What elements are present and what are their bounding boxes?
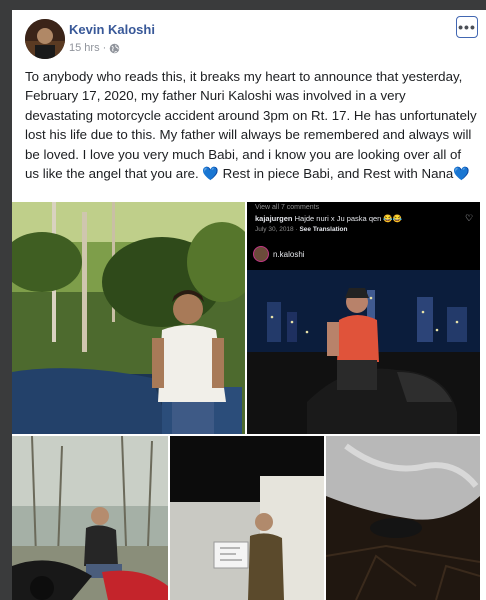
view-all-comments-link[interactable]: View all 7 comments [255, 204, 319, 211]
photo-man-by-car[interactable] [12, 202, 245, 434]
photo-covered-motorcycle[interactable] [326, 436, 480, 600]
instagram-comment: kajajurgen Hajde nuri x Ju paska qen 😂😂 [255, 214, 402, 223]
comment-text: Hajde nuri x Ju paska qen 😂😂 [294, 214, 403, 223]
author-name[interactable]: Kevin Kaloshi [69, 22, 155, 37]
instagram-profile-name[interactable]: n.kaloshi [273, 250, 305, 259]
more-options-button[interactable]: ••• [456, 16, 478, 38]
post-card: Kevin Kaloshi 15 hrs · ••• To anybody wh… [12, 10, 486, 600]
blue-heart-emoji: 💙 [453, 166, 470, 182]
heart-outline-icon[interactable]: ♡ [465, 213, 473, 224]
post-text: To anybody who reads this, it breaks my … [25, 67, 477, 183]
more-options-icon: ••• [458, 19, 476, 35]
photo-instagram-screenshot[interactable]: View all 7 comments kajajurgen Hajde nur… [247, 202, 480, 434]
comment-username[interactable]: kajajurgen [255, 214, 293, 223]
avatar[interactable] [25, 19, 65, 59]
separator-dot: · [102, 42, 107, 54]
instagram-profile-avatar[interactable] [253, 246, 269, 262]
globe-icon [109, 43, 120, 54]
see-translation-link[interactable]: See Translation [299, 226, 347, 233]
comment-meta: July 30, 2018 · See Translation [255, 226, 348, 233]
photo-man-holding-paper[interactable] [170, 436, 324, 600]
post-text-main: To anybody who reads this, it breaks my … [25, 69, 477, 182]
post-text-tail: Rest in piece Babi, and Rest with Nana [218, 166, 454, 182]
comment-date: July 30, 2018 [255, 226, 294, 233]
blue-heart-emoji: 💙 [202, 166, 219, 182]
post-meta: 15 hrs · [69, 42, 120, 54]
post-timestamp[interactable]: 15 hrs [69, 42, 100, 54]
photo-man-with-motorcycle[interactable] [12, 436, 168, 600]
